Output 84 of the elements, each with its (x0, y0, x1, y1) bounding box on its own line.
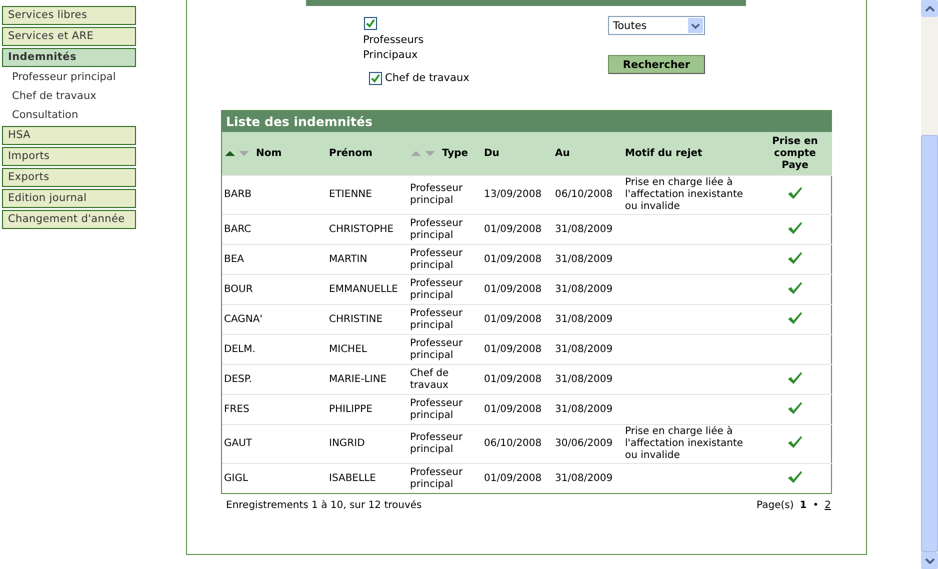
column-header: Type (442, 148, 468, 159)
table-cell: MICHEL (329, 344, 367, 354)
table-cell: 31/08/2009 (555, 472, 613, 484)
table-cell: Professeur principal (410, 466, 463, 490)
table-cell: Professeur principal (410, 308, 463, 330)
table-cell: DELM. (224, 344, 256, 354)
sidebar-item[interactable]: HSA (2, 126, 136, 145)
sidebar-subitem[interactable]: Chef de travaux (2, 88, 136, 105)
table-cell: 01/09/2008 (484, 344, 542, 354)
column-header: Nom (256, 148, 282, 159)
table-cell: Professeur principal (410, 278, 463, 300)
record-count: Enregistrements 1 à 10, sur 12 trouvés (226, 500, 422, 511)
table-cell: 06/10/2008 (484, 438, 542, 449)
sidebar-item[interactable]: Indemnités (2, 48, 136, 67)
table-cell: 06/10/2008 (555, 189, 613, 200)
pager-separator: • (812, 500, 819, 511)
table-cell: EMMANUELLE (329, 284, 398, 294)
table-cell: 30/06/2009 (555, 438, 613, 449)
table-cell: 31/08/2009 (555, 284, 613, 294)
table-cell: 01/09/2008 (484, 472, 542, 484)
table-cell: 31/08/2009 (555, 344, 613, 354)
table-cell: ETIENNE (329, 189, 372, 200)
table-cell: Professeur principal (410, 432, 463, 455)
table-cell: 31/08/2009 (555, 404, 613, 414)
checkbox[interactable] (364, 17, 377, 30)
sidebar-subitem[interactable]: Consultation (2, 107, 136, 124)
column-header: Au (555, 148, 570, 159)
table-cell: BOUR (224, 284, 253, 294)
table-cell: 01/09/2008 (484, 374, 542, 384)
table-cell: MARIE-LINE (329, 374, 387, 384)
table-cell: GAUT (224, 438, 252, 449)
sidebar-item[interactable]: Services libres (2, 6, 136, 25)
table-cell: 01/09/2008 (484, 284, 542, 294)
sidebar-item[interactable]: Imports (2, 147, 136, 166)
table-cell: 31/08/2009 (555, 224, 613, 234)
sidebar-item[interactable]: Exports (2, 168, 136, 187)
column-header: Prise en compte Paye (771, 136, 819, 172)
sidebar-subitem[interactable]: Professeur principal (2, 69, 136, 86)
column-header: Motif du rejet (625, 148, 702, 159)
table-cell: Professeur principal (410, 183, 463, 206)
table-cell: FRES (224, 404, 250, 414)
table-cell: Prise en charge liée à l'affectation inexistante ou invalide (625, 426, 744, 461)
checkbox[interactable] (369, 72, 382, 85)
pager-label: Page(s) (756, 500, 794, 511)
sidebar-item[interactable]: Edition journal (2, 189, 136, 208)
page-link[interactable]: 2 (824, 500, 831, 511)
current-page[interactable]: 1 (800, 500, 807, 511)
column-header: Du (484, 148, 500, 159)
table-cell: Professeur principal (410, 248, 463, 270)
table-cell: BEA (224, 254, 244, 264)
table-cell: GIGL (224, 472, 248, 484)
table-cell: 31/08/2009 (555, 314, 613, 324)
table-cell: 01/09/2008 (484, 404, 542, 414)
search-button[interactable]: Rechercher (608, 55, 705, 74)
table-cell: DESP. (224, 374, 252, 384)
checkbox-label: Professeurs Principaux (363, 33, 425, 63)
table-cell: INGRID (329, 438, 365, 449)
table-cell: 13/09/2008 (484, 189, 542, 200)
dropdown[interactable]: Toutes (608, 16, 705, 35)
table-cell: CHRISTINE (329, 314, 383, 324)
table-cell: 01/09/2008 (484, 224, 542, 234)
sort-up-icon[interactable] (224, 149, 236, 158)
table-cell: ISABELLE (329, 472, 376, 484)
table-cell: 31/08/2009 (555, 374, 613, 384)
table-title: Liste des indemnités (222, 111, 831, 132)
table-cell: BARC (224, 224, 252, 234)
table-cell: Prise en charge liée à l'affectation inexistante ou invalide (625, 177, 744, 212)
table-cell: CHRISTOPHE (329, 224, 394, 234)
table-cell: Professeur principal (410, 338, 463, 360)
checkbox-label: Chef de travaux (385, 71, 470, 86)
table-cell: BARB (224, 189, 252, 200)
table-cell: 31/08/2009 (555, 254, 613, 264)
table-cell: 01/09/2008 (484, 254, 542, 264)
scrollbar-drawing[interactable] (921, 0, 938, 569)
table-cell: MARTIN (329, 254, 368, 264)
sidebar-item[interactable]: Changement d'année (2, 210, 136, 229)
table-cell: Professeur principal (410, 218, 463, 240)
sidebar-item[interactable]: Services et ARE (2, 27, 136, 46)
table-cell: Professeur principal (410, 398, 463, 420)
table-cell: CAGNA' (224, 314, 262, 324)
table-cell: Chef de travaux (410, 368, 449, 390)
table-cell: 01/09/2008 (484, 314, 542, 324)
column-header: Prénom (329, 148, 372, 159)
table-cell: PHILIPPE (329, 404, 372, 414)
